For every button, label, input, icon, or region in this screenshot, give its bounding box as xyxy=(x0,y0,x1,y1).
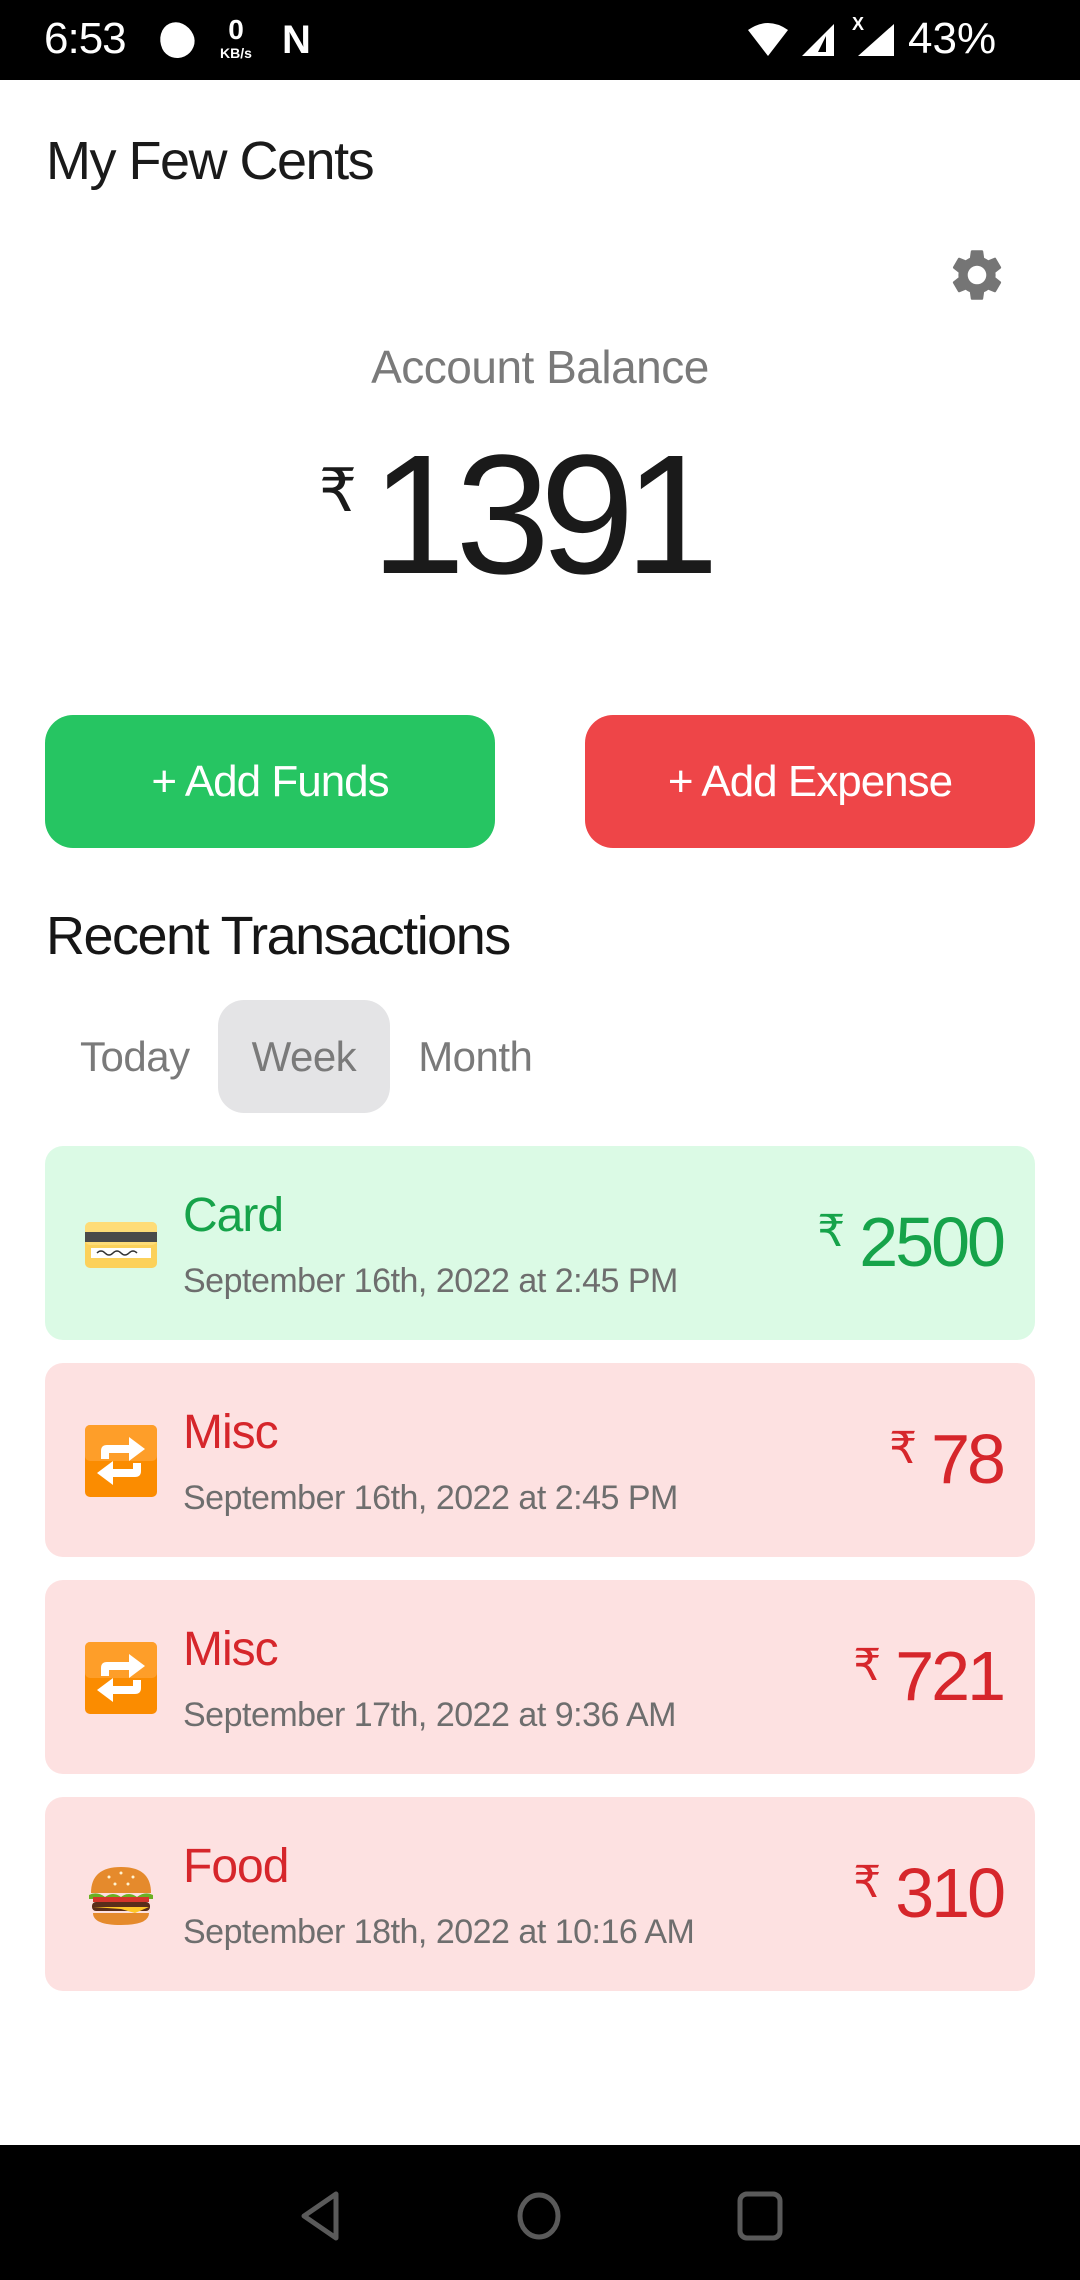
transaction-amount: ₹ 78 xyxy=(889,1419,1006,1499)
recent-transactions-heading: Recent Transactions xyxy=(46,906,511,966)
home-icon[interactable] xyxy=(515,2190,563,2242)
settings-gear-icon[interactable] xyxy=(946,244,1008,306)
transaction-date: September 18th, 2022 at 10:16 AM xyxy=(183,1913,695,1951)
balance-label: Account Balance xyxy=(371,341,709,393)
transaction-item[interactable]: Misc September 16th, 2022 at 2:45 PM ₹ 7… xyxy=(45,1363,1035,1557)
credit-card-icon xyxy=(85,1222,157,1268)
signal-icon-2 xyxy=(858,24,894,56)
transaction-amount: ₹ 310 xyxy=(853,1853,1006,1933)
system-navigation-bar xyxy=(0,2145,1080,2280)
transaction-category: Food xyxy=(183,1840,289,1893)
rupee-symbol: ₹ xyxy=(318,457,358,524)
transaction-amount-value: 78 xyxy=(931,1420,1006,1498)
transaction-amount: ₹ 721 xyxy=(853,1636,1006,1716)
hamburger-icon xyxy=(89,1867,153,1925)
tab-today[interactable]: Today xyxy=(52,1000,218,1113)
transaction-date: September 16th, 2022 at 2:45 PM xyxy=(183,1262,678,1300)
transaction-amount-value: 310 xyxy=(895,1854,1006,1932)
app-title: My Few Cents xyxy=(46,131,375,191)
period-tabs: Today Week Month xyxy=(52,1000,560,1113)
wifi-icon xyxy=(748,23,788,56)
transaction-item[interactable]: Misc September 17th, 2022 at 9:36 AM ₹ 7… xyxy=(45,1580,1035,1774)
signal-icon xyxy=(802,24,834,56)
transaction-category: Card xyxy=(183,1189,284,1242)
transaction-item[interactable]: Card September 16th, 2022 at 2:45 PM ₹ 2… xyxy=(45,1146,1035,1340)
transaction-category: Misc xyxy=(183,1623,279,1676)
notification-bubble-icon xyxy=(153,16,201,64)
transaction-amount-value: 721 xyxy=(895,1637,1006,1715)
transaction-amount-value: 2500 xyxy=(859,1203,1006,1281)
add-funds-button[interactable]: + Add Funds xyxy=(45,715,495,848)
recents-icon[interactable] xyxy=(736,2190,784,2242)
rupee-symbol: ₹ xyxy=(853,1858,882,1907)
add-expense-button[interactable]: + Add Expense xyxy=(585,715,1035,848)
transaction-date: September 17th, 2022 at 9:36 AM xyxy=(183,1696,676,1734)
network-speed: 0 KB/s xyxy=(220,14,252,61)
tab-month[interactable]: Month xyxy=(390,1000,560,1113)
status-bar: 6:53 0 KB/s N X 43% xyxy=(0,0,1080,80)
tab-week[interactable]: Week xyxy=(217,1000,391,1113)
transaction-category: Misc xyxy=(183,1406,279,1459)
rupee-symbol: ₹ xyxy=(889,1424,918,1473)
balance-display: ₹ 1391 xyxy=(0,430,1080,600)
transaction-amount: ₹ 2500 xyxy=(817,1202,1006,1282)
rupee-symbol: ₹ xyxy=(853,1641,882,1690)
repeat-icon xyxy=(85,1425,157,1497)
rupee-symbol: ₹ xyxy=(817,1207,846,1256)
netflix-notification-icon: N xyxy=(282,18,311,62)
battery-level: 43% xyxy=(908,14,997,63)
back-icon[interactable] xyxy=(298,2190,344,2242)
transaction-item[interactable]: Food September 18th, 2022 at 10:16 AM ₹ … xyxy=(45,1797,1035,1991)
repeat-icon xyxy=(85,1642,157,1714)
transaction-date: September 16th, 2022 at 2:45 PM xyxy=(183,1479,678,1517)
balance-amount: 1391 xyxy=(370,420,719,610)
status-time: 6:53 xyxy=(44,14,127,63)
